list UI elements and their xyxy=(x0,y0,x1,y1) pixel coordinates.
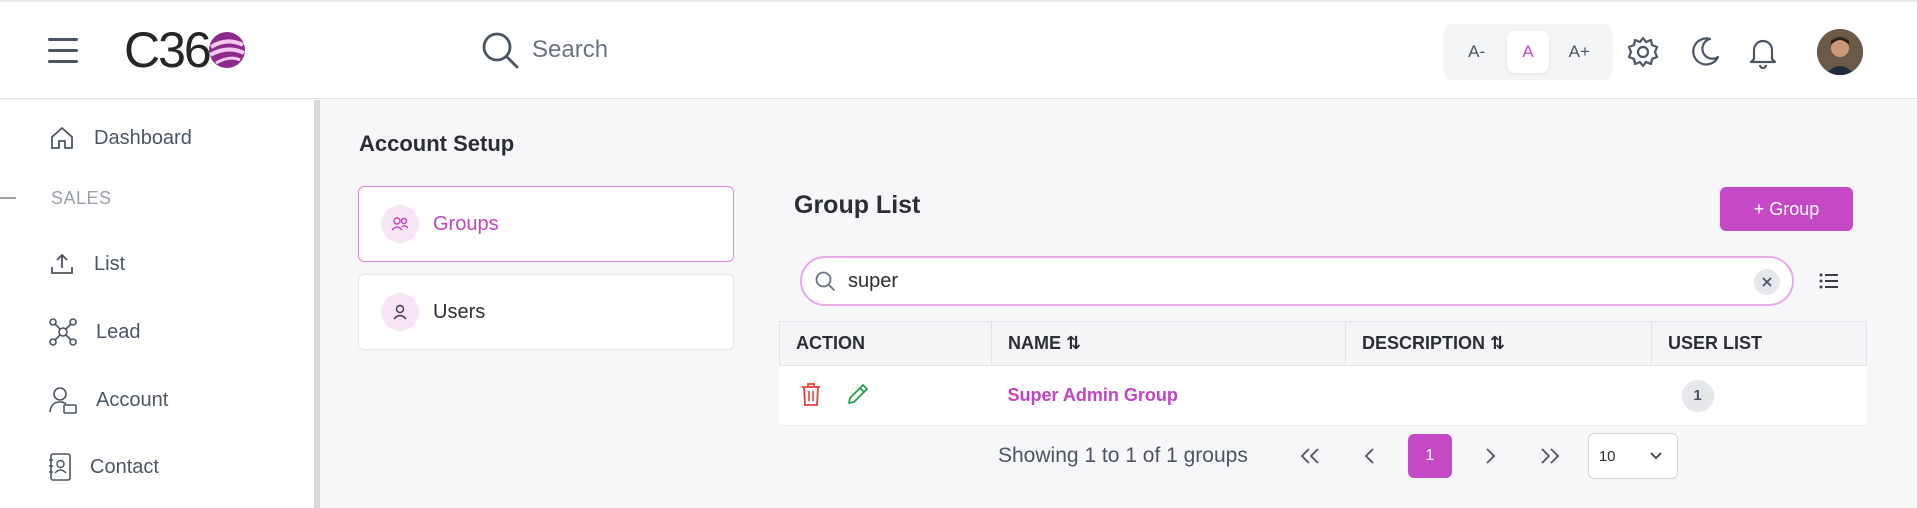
sidebar-section-title: SALES xyxy=(51,188,112,208)
users-icon xyxy=(381,205,419,243)
table-row: Super Admin Group 1 xyxy=(779,365,1867,426)
page-title: Account Setup xyxy=(359,131,515,156)
close-icon xyxy=(1762,277,1772,287)
menu-icon[interactable] xyxy=(48,38,80,64)
sidebar-item-label: Contact xyxy=(90,455,159,478)
prev-page-button[interactable] xyxy=(1348,434,1392,478)
edit-button[interactable] xyxy=(843,379,873,409)
home-icon xyxy=(51,127,73,149)
font-size-controls: A- A A+ xyxy=(1443,24,1613,80)
logo-globe-icon xyxy=(208,32,245,68)
chevron-left-icon xyxy=(1364,448,1374,464)
sidebar-item-label: Dashboard xyxy=(94,126,192,149)
table-header-row: ACTION NAME ⇅ DESCRIPTION ⇅ USER LIST xyxy=(779,321,1867,366)
group-table: ACTION NAME ⇅ DESCRIPTION ⇅ USER LIST Su… xyxy=(779,321,1867,426)
sidebar-item-lead[interactable]: Lead xyxy=(48,317,141,347)
column-header-name[interactable]: NAME ⇅ xyxy=(991,321,1346,366)
user-count-badge[interactable]: 1 xyxy=(1681,379,1714,412)
chevron-right-icon xyxy=(1486,448,1496,464)
chevrons-right-icon xyxy=(1541,448,1560,464)
contact-book-icon xyxy=(49,453,71,481)
sidebar-item-contact[interactable]: Contact xyxy=(48,452,159,482)
description-cell xyxy=(1345,365,1652,426)
user-list-cell: 1 xyxy=(1651,365,1867,426)
pencil-icon xyxy=(847,384,868,404)
group-name-link[interactable]: Super Admin Group xyxy=(1008,385,1178,405)
setup-item-groups[interactable]: Groups xyxy=(358,186,734,262)
global-search-input[interactable] xyxy=(532,36,832,64)
chevrons-left-icon xyxy=(1300,448,1319,464)
search-icon xyxy=(482,32,519,69)
add-group-button[interactable]: + Group xyxy=(1720,187,1853,231)
gear-icon[interactable] xyxy=(1626,35,1660,69)
moon-icon[interactable] xyxy=(1688,35,1722,69)
page-number-button[interactable]: 1 xyxy=(1407,434,1452,478)
sidebar-item-account[interactable]: Account xyxy=(48,385,168,415)
network-icon xyxy=(49,318,77,346)
setup-item-users[interactable]: Users xyxy=(358,274,734,350)
sidebar-item-label: Account xyxy=(96,388,169,411)
pagination-info: Showing 1 to 1 of 1 groups xyxy=(998,444,1248,467)
logo[interactable]: C36 xyxy=(124,22,248,78)
chevron-down-icon xyxy=(1650,452,1662,460)
sidebar-item-list[interactable]: List xyxy=(48,250,125,278)
group-filter xyxy=(800,256,1794,306)
column-header-action: ACTION xyxy=(779,321,992,366)
clear-filter-button[interactable] xyxy=(1754,269,1780,295)
group-filter-input[interactable] xyxy=(848,269,1728,293)
search-icon xyxy=(815,271,835,291)
column-header-user-list: USER LIST xyxy=(1651,321,1867,366)
user-card-icon xyxy=(49,387,77,414)
user-icon xyxy=(381,293,419,331)
action-cell xyxy=(779,365,992,426)
sidebar-item-label: Lead xyxy=(96,320,141,343)
next-page-button[interactable] xyxy=(1468,434,1512,478)
sidebar: Dashboard SALES List Lead Account Contac… xyxy=(0,100,320,508)
font-decrease-button[interactable]: A- xyxy=(1456,31,1498,73)
avatar[interactable] xyxy=(1817,29,1863,75)
sidebar-item-dashboard[interactable]: Dashboard xyxy=(48,124,192,152)
trash-icon xyxy=(801,383,820,406)
column-header-description[interactable]: DESCRIPTION ⇅ xyxy=(1345,321,1652,366)
pagination: Showing 1 to 1 of 1 groups 1 10 xyxy=(998,433,1678,479)
page-size-value: 10 xyxy=(1598,447,1616,465)
first-page-button[interactable] xyxy=(1288,434,1332,478)
setup-item-label: Users xyxy=(433,300,486,323)
setup-item-label: Groups xyxy=(433,212,499,235)
column-list-icon[interactable] xyxy=(1818,270,1840,292)
bell-icon[interactable] xyxy=(1746,35,1780,69)
group-list-title: Group List xyxy=(794,191,921,219)
font-reset-button[interactable]: A xyxy=(1506,31,1549,73)
sidebar-item-label: List xyxy=(94,252,126,275)
name-cell: Super Admin Group xyxy=(991,365,1346,426)
upload-icon xyxy=(51,253,73,274)
delete-button[interactable] xyxy=(796,379,826,409)
logo-text: C36 xyxy=(124,22,212,78)
global-search[interactable] xyxy=(480,30,832,70)
last-page-button[interactable] xyxy=(1528,434,1572,478)
top-header: C36 A- A A+ xyxy=(0,0,1917,99)
font-increase-button[interactable]: A+ xyxy=(1558,31,1600,73)
section-divider xyxy=(0,197,16,199)
page-size-select[interactable]: 10 xyxy=(1587,433,1678,479)
